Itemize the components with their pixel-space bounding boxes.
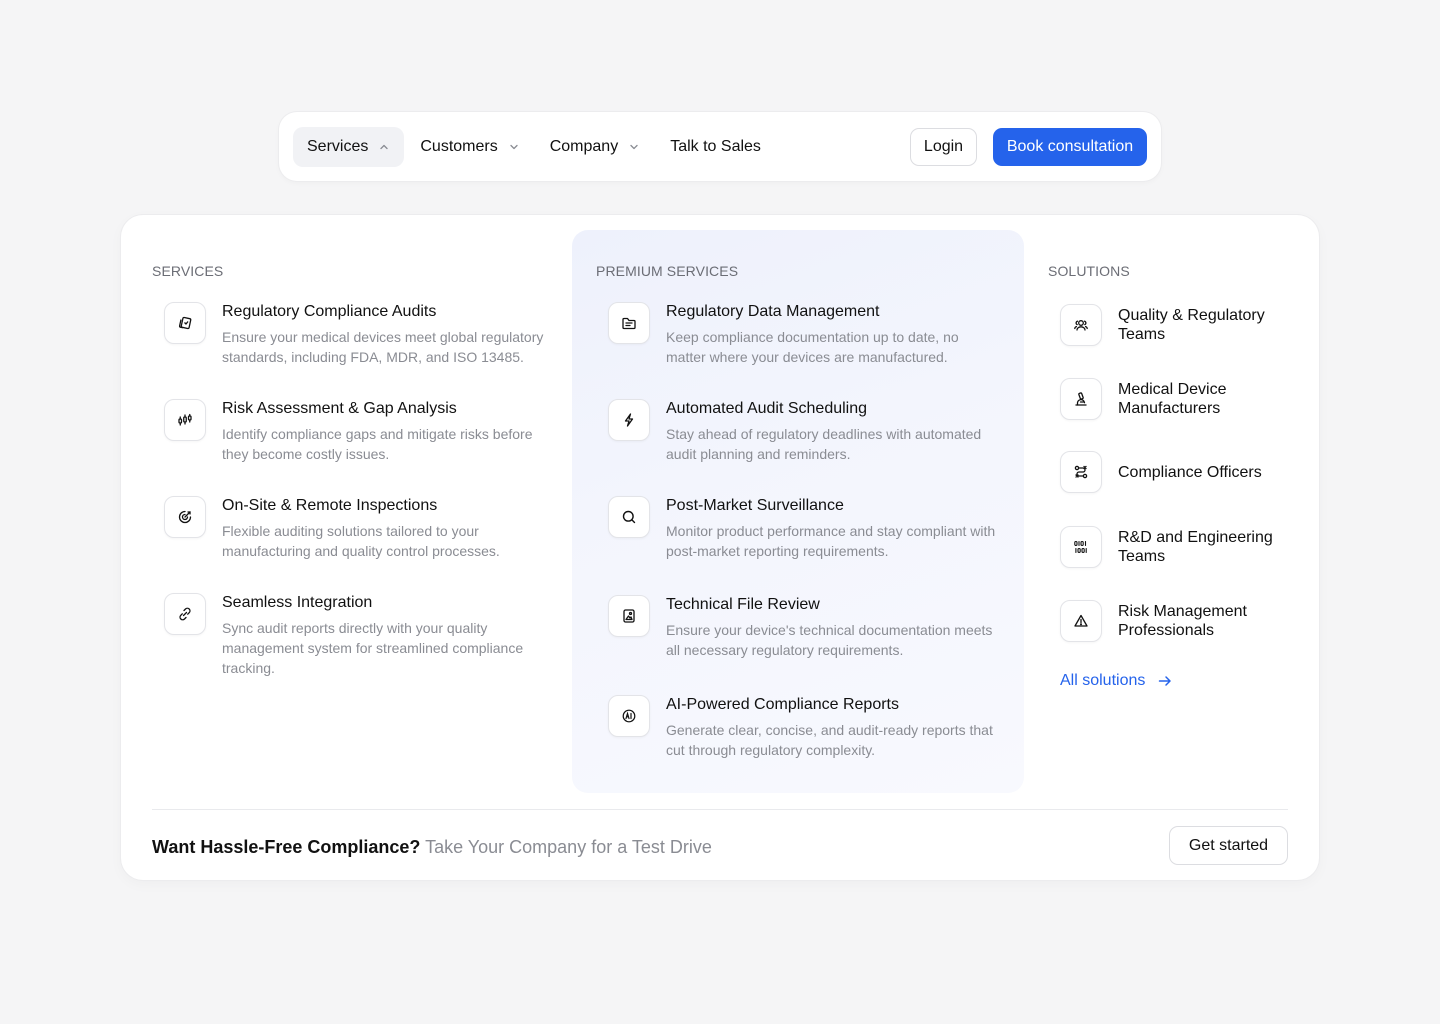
binary-icon (1060, 526, 1102, 568)
solutions-heading: SOLUTIONS (1048, 263, 1130, 279)
nav-services-label: Services (307, 137, 369, 155)
nav-talk-to-sales-label: Talk to Sales (670, 137, 761, 155)
services-heading: SERVICES (152, 263, 224, 279)
service-description: Generate clear, concise, and audit-ready… (666, 722, 993, 758)
cta-subheading: Take Your Company for a Test Drive (425, 837, 712, 857)
chevron-down-icon (510, 144, 518, 149)
link-icon (164, 593, 206, 635)
solution-label-line-2: Manufacturers (1118, 400, 1221, 417)
users-icon (1060, 304, 1102, 346)
cards-icon (164, 302, 206, 344)
service-description: Ensure your medical devices meet global … (222, 329, 544, 365)
solution-label: Compliance Officers (1118, 463, 1262, 482)
solution-item-compliance-officers[interactable]: Compliance Officers (1060, 451, 1262, 493)
solution-label-line-2: Professionals (1118, 622, 1215, 639)
file-image-icon (608, 595, 650, 637)
nav-company[interactable]: Company (536, 127, 654, 167)
solution-label-line-1: R&D and Engineering (1118, 529, 1273, 546)
service-description: Stay ahead of regulatory deadlines with … (666, 426, 982, 462)
chevron-up-icon (380, 144, 389, 149)
service-description: Sync audit reports directly with your qu… (222, 620, 524, 676)
top-navbar: Services Customers Company Talk to Sales… (279, 112, 1161, 181)
lightning-icon (608, 399, 650, 441)
cta-heading: Want Hassle-Free Compliance? (152, 837, 421, 857)
service-item-inspections[interactable]: On-Site & Remote Inspections Flexible au… (164, 496, 544, 561)
solution-label: Medical Device Manufacturers (1118, 380, 1226, 418)
solution-item-risk-management[interactable]: Risk Management Professionals (1060, 600, 1247, 642)
service-title: Regulatory Data Management (666, 303, 880, 320)
arrow-right-icon (1159, 676, 1172, 686)
solution-item-quality-regulatory[interactable]: Quality & Regulatory Teams (1060, 304, 1265, 346)
solution-label-line-1: Compliance Officers (1118, 463, 1262, 481)
service-title: Technical File Review (666, 596, 820, 613)
services-mega-menu: SERVICES PREMIUM SERVICES SOLUTIONS Regu… (121, 215, 1319, 880)
chevron-down-icon (630, 144, 638, 149)
footer-divider (152, 809, 1288, 810)
nav-talk-to-sales[interactable]: Talk to Sales (656, 127, 775, 167)
service-description: Monitor product performance and stay com… (666, 523, 996, 559)
warning-icon (1060, 600, 1102, 642)
premium-item-data-management[interactable]: Regulatory Data Management Keep complian… (608, 302, 1000, 367)
service-item-risk-assessment[interactable]: Risk Assessment & Gap Analysis Identify … (164, 399, 544, 464)
candlestick-chart-icon (164, 399, 206, 441)
solution-label: Quality & Regulatory Teams (1118, 306, 1265, 344)
service-title: Regulatory Compliance Audits (222, 303, 437, 320)
route-icon (1060, 451, 1102, 493)
all-solutions-link[interactable]: All solutions (1060, 672, 1173, 690)
premium-item-technical-file[interactable]: Technical File Review Ensure your device… (608, 595, 1000, 660)
nav-customers[interactable]: Customers (406, 127, 533, 167)
ai-chip-icon (608, 695, 650, 737)
service-description: Identify compliance gaps and mitigate ri… (222, 426, 533, 462)
service-title: Post-Market Surveillance (666, 497, 844, 514)
premium-item-audit-scheduling[interactable]: Automated Audit Scheduling Stay ahead of… (608, 399, 1000, 464)
microscope-icon (1060, 378, 1102, 420)
solution-label-line-2: Teams (1118, 548, 1166, 565)
solution-label-line-1: Risk Management (1118, 603, 1247, 620)
premium-services-heading: PREMIUM SERVICES (596, 263, 739, 279)
footer-cta: Want Hassle-Free Compliance? Take Your C… (152, 835, 712, 859)
service-title: Automated Audit Scheduling (666, 400, 868, 417)
nav-company-label: Company (549, 137, 619, 155)
solution-item-medical-device[interactable]: Medical Device Manufacturers (1060, 378, 1226, 420)
service-description: Flexible auditing solutions tailored to … (222, 523, 500, 559)
service-title: AI-Powered Compliance Reports (666, 696, 899, 713)
solution-label: R&D and Engineering Teams (1118, 528, 1273, 566)
premium-item-ai-reports[interactable]: AI-Powered Compliance Reports Generate c… (608, 695, 1000, 760)
solution-label-line-1: Medical Device (1118, 381, 1227, 398)
service-item-regulatory-audits[interactable]: Regulatory Compliance Audits Ensure your… (164, 302, 544, 367)
service-item-integration[interactable]: Seamless Integration Sync audit reports … (164, 593, 544, 678)
solution-label-line-1: Quality & Regulatory (1118, 307, 1265, 324)
solution-label-line-2: Teams (1118, 326, 1166, 343)
service-title: Risk Assessment & Gap Analysis (222, 400, 457, 417)
login-button[interactable]: Login (910, 127, 977, 166)
book-consultation-button[interactable]: Book consultation (993, 127, 1147, 166)
service-description: Keep compliance documentation up to date… (666, 329, 959, 365)
service-description: Ensure your device's technical documenta… (666, 622, 993, 658)
solution-label: Risk Management Professionals (1118, 602, 1247, 640)
premium-item-post-market[interactable]: Post-Market Surveillance Monitor product… (608, 496, 1000, 561)
service-title: On-Site & Remote Inspections (222, 497, 438, 514)
nav-customers-label: Customers (420, 137, 498, 155)
service-title: Seamless Integration (222, 594, 373, 611)
solution-item-rnd-engineering[interactable]: R&D and Engineering Teams (1060, 526, 1273, 568)
get-started-button[interactable]: Get started (1169, 826, 1288, 865)
folder-icon (608, 302, 650, 344)
nav-services[interactable]: Services (293, 126, 405, 167)
all-solutions-label: All solutions (1060, 672, 1146, 689)
search-icon (608, 496, 650, 538)
target-icon (164, 496, 206, 538)
